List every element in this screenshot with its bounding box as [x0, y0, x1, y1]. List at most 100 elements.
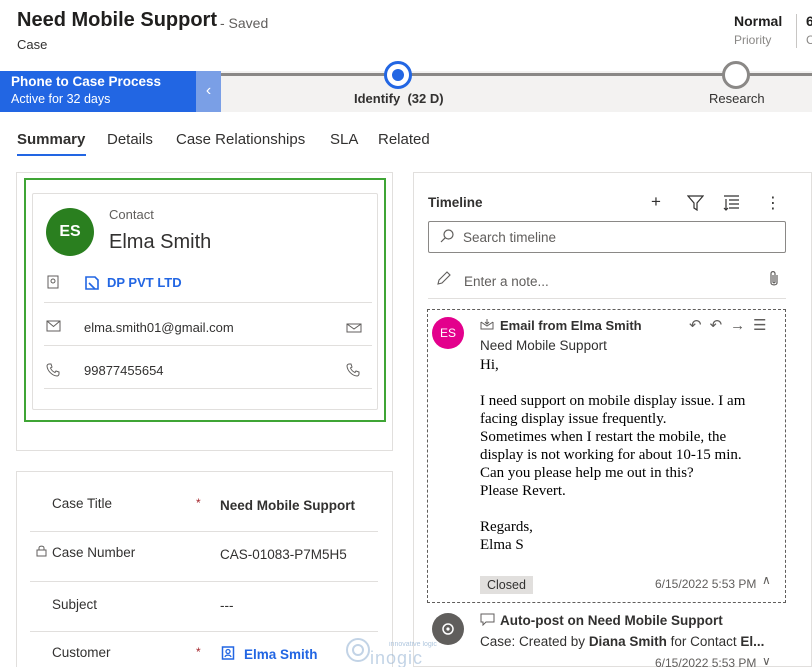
more-options-icon[interactable]: ⋮ [765, 193, 781, 213]
description-text: for Contact [666, 634, 741, 649]
header-divider [796, 14, 797, 48]
email-value[interactable]: elma.smith01@gmail.com [84, 320, 234, 335]
contact-ref: El... [740, 634, 765, 649]
chevron-up-icon[interactable]: ∧ [762, 573, 771, 587]
case-title-field[interactable]: Need Mobile Support [220, 498, 355, 513]
divider [30, 631, 378, 632]
tab-case-relationships[interactable]: Case Relationships [176, 131, 305, 148]
account-icon [47, 275, 59, 289]
business-process-flow: Phone to Case Process Active for 32 days… [0, 61, 812, 112]
tab-related[interactable]: Related [378, 131, 430, 148]
timeline-item-subtitle: Need Mobile Support [480, 338, 607, 353]
timeline-item-date: 6/15/2022 5:53 PM [655, 577, 757, 591]
email-body-line: Please Revert. [480, 483, 566, 499]
chevron-left-icon[interactable]: ‹ [196, 71, 221, 112]
entity-name: Case [17, 37, 48, 52]
avatar: ES [432, 317, 464, 349]
divider [44, 345, 372, 346]
bot-icon [442, 623, 454, 635]
process-selector[interactable]: Phone to Case Process Active for 32 days [0, 71, 196, 112]
process-name: Phone to Case Process [11, 74, 162, 89]
priority-value: Normal [734, 13, 783, 29]
tab-summary[interactable]: Summary [17, 131, 85, 148]
stage-research-dot[interactable] [722, 61, 750, 89]
required-indicator: * [196, 645, 201, 659]
header-field-value: 6 [806, 13, 812, 29]
save-status: - Saved [220, 15, 269, 31]
divider [44, 302, 372, 303]
email-body-line: facing display issue frequently. [480, 411, 667, 427]
timeline-item-date: 6/15/2022 5:53 PM [655, 656, 757, 667]
tab-sla[interactable]: SLA [330, 131, 358, 148]
chevron-down-icon[interactable]: ∨ [762, 654, 771, 667]
contact-label: Contact [109, 207, 154, 222]
attachment-icon[interactable] [768, 270, 780, 288]
filter-icon[interactable] [687, 195, 704, 211]
subject-field[interactable]: --- [220, 598, 234, 613]
watermark-tagline: innovative logic [389, 641, 437, 648]
add-icon[interactable]: + [651, 192, 661, 212]
field-label-subject: Subject [52, 597, 98, 612]
tab-details[interactable]: Details [107, 131, 153, 148]
account-link-icon [85, 276, 99, 290]
case-number-field: CAS-01083-P7M5H5 [220, 547, 347, 562]
phone-value[interactable]: 99877455654 [84, 363, 164, 378]
contact-icon [221, 646, 235, 660]
send-email-icon[interactable] [346, 321, 362, 333]
open-record-icon[interactable]: ☰ [753, 317, 774, 334]
description-text: Case: Created by [480, 634, 589, 649]
process-duration: Active for 32 days [11, 92, 111, 106]
stage-identify-label[interactable]: Identify (32 D) [354, 91, 444, 106]
search-icon [440, 229, 454, 243]
field-label-case-number: Case Number [52, 545, 136, 560]
email-body-line: Elma S [480, 537, 524, 553]
phone-icon [46, 363, 60, 377]
avatar: ES [46, 208, 94, 256]
timeline-item-description: Case: Created by Diana Smith for Contact… [480, 634, 764, 649]
timeline-item-title[interactable]: Auto-post on Need Mobile Support [500, 613, 723, 628]
status-badge: Closed [480, 576, 533, 594]
account-link[interactable]: DP PVT LTD [107, 275, 182, 290]
contact-name[interactable]: Elma Smith [109, 231, 211, 254]
note-input[interactable]: Enter a note... [464, 274, 549, 289]
reply-icon[interactable]: ↶ [689, 317, 710, 334]
active-tab-indicator [17, 154, 86, 156]
email-received-icon [480, 319, 494, 330]
email-body-line: Can you please help me out in this? [480, 465, 694, 481]
header-field-label: C [806, 33, 812, 47]
mail-icon [46, 320, 61, 332]
divider [428, 298, 786, 299]
reply-all-icon[interactable]: ↶ [710, 317, 731, 334]
timeline-title: Timeline [428, 195, 483, 210]
sort-icon[interactable] [723, 195, 740, 211]
divider [30, 581, 378, 582]
email-body-line: Regards, [480, 519, 533, 535]
field-label-case-title: Case Title [52, 496, 113, 511]
priority-label: Priority [734, 33, 772, 47]
required-indicator: * [196, 496, 201, 510]
email-body: Hi, I need support on mobile display iss… [480, 356, 780, 554]
stage-research-label[interactable]: Research [709, 91, 765, 106]
watermark-brand: inogic [370, 648, 424, 667]
timeline-item-actions: ↶↶→☰ [689, 316, 775, 334]
email-body-line: Hi, [480, 357, 499, 373]
divider [44, 388, 372, 389]
forward-icon[interactable]: → [730, 317, 753, 334]
record-title: Need Mobile Support [17, 9, 217, 31]
email-body-line: I need support on mobile display issue. … [480, 393, 746, 409]
lock-icon [36, 545, 47, 557]
pencil-icon [437, 271, 451, 285]
post-icon [480, 613, 495, 626]
timeline-item-title[interactable]: Email from Elma Smith [500, 318, 642, 333]
call-icon[interactable] [346, 363, 360, 377]
created-by-user: Diana Smith [588, 634, 667, 649]
email-body-line [480, 500, 780, 518]
customer-field[interactable]: Elma Smith [244, 647, 318, 662]
email-body-line [480, 374, 780, 392]
email-body-line: Sometimes when I restart the mobile, the [480, 429, 727, 445]
email-body-line: display is not working for about 10-15 m… [480, 447, 742, 463]
search-placeholder: Search timeline [463, 230, 557, 245]
field-label-customer: Customer [52, 645, 111, 660]
stage-identify-dot[interactable] [384, 61, 412, 89]
divider [30, 531, 378, 532]
